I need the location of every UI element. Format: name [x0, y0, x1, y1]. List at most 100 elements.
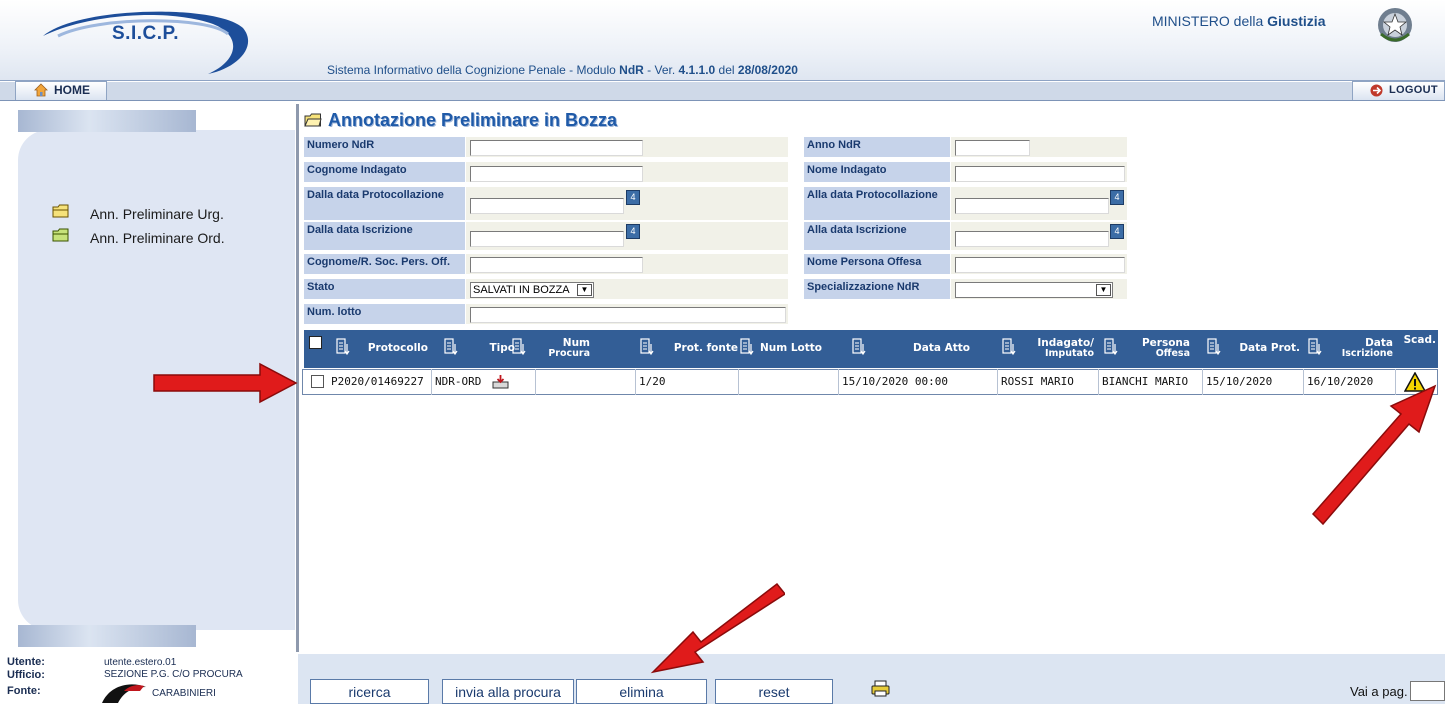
annotation-arrow-up-right [1311, 384, 1437, 526]
sidebar-top-cap [18, 110, 196, 132]
calendar-icon[interactable]: 4 [626, 190, 640, 205]
sidebar-item-label: Ann. Preliminare Urg. [90, 206, 224, 222]
column-header-scad[interactable]: Scad. [1398, 330, 1436, 368]
column-header-indagato[interactable]: Indagato/ Imputato [1000, 330, 1094, 368]
folder-open-icon [304, 113, 322, 127]
cell-data-prot: 15/10/2020 [1202, 369, 1303, 395]
cognome-persona-offesa-label: Cognome/R. Soc. Pers. Off. [304, 254, 465, 274]
utente-value: utente.estero.01 [104, 657, 177, 668]
dalla-data-protocollazione-field[interactable] [470, 198, 624, 214]
alla-data-protocollazione-field[interactable] [955, 198, 1109, 214]
sort-icon [1308, 338, 1322, 356]
home-label: HOME [54, 83, 90, 97]
column-header-protocollo[interactable]: Protocollo [332, 330, 428, 368]
logout-icon [1370, 84, 1383, 97]
download-pdf-icon[interactable] [492, 374, 509, 389]
cognome-indagato-field[interactable] [470, 166, 643, 182]
column-header-num-lotto[interactable]: Num Lotto [740, 330, 840, 368]
nome-persona-offesa-label: Nome Persona Offesa [804, 254, 950, 274]
nome-indagato-label: Nome Indagato [804, 162, 950, 182]
annotation-arrow-down-left [650, 582, 785, 674]
row-checkbox[interactable] [311, 375, 324, 388]
ufficio-label: Ufficio: [7, 669, 45, 681]
logout-label: LOGOUT [1389, 84, 1438, 96]
specializzazione-ndr-select[interactable]: ▼ [955, 282, 1113, 298]
cell-persona-offesa: BIANCHI MARIO [1098, 369, 1202, 395]
calendar-icon[interactable]: 4 [626, 224, 640, 239]
chevron-down-icon: ▼ [577, 284, 592, 296]
cell-protocollo[interactable]: P2020/01469227 [328, 369, 432, 395]
select-all-checkbox[interactable] [309, 336, 322, 349]
ricerca-button[interactable]: ricerca [310, 679, 429, 704]
column-header-label: Iscrizione [1341, 348, 1393, 359]
alla-data-iscrizione-field[interactable] [955, 231, 1109, 247]
logout-tab[interactable]: LOGOUT [1352, 81, 1445, 100]
column-header-label: Procura [548, 348, 590, 359]
num-lotto-label: Num. lotto [304, 304, 465, 324]
anno-ndr-label: Anno NdR [804, 137, 950, 157]
nome-indagato-field[interactable] [955, 166, 1125, 182]
cell-num-lotto [738, 369, 838, 395]
system-title: Sistema Informativo della Cognizione Pen… [327, 63, 798, 77]
dalla-data-iscrizione-field[interactable] [470, 231, 624, 247]
column-header-tipo[interactable]: Tipo [440, 330, 515, 368]
stato-label: Stato [304, 279, 465, 299]
sort-icon [336, 338, 350, 356]
sort-icon [512, 338, 526, 356]
column-header-label: Num Lotto [760, 342, 823, 354]
vai-a-pagina-label: Vai a pag. [1350, 684, 1408, 699]
nome-persona-offesa-field[interactable] [955, 257, 1125, 273]
stato-select[interactable]: SALVATI IN BOZZA ▼ [470, 282, 594, 298]
folder-icon [52, 228, 69, 242]
sidebar-bottom-cap [18, 625, 196, 647]
calendar-icon[interactable]: 4 [1110, 224, 1124, 239]
column-header-label: Prot. fonte [673, 342, 738, 354]
logo-text: S.I.C.P. [112, 23, 180, 44]
sort-icon [640, 338, 654, 356]
specializzazione-ndr-label: Specializzazione NdR [804, 279, 950, 299]
column-header-persona-offesa[interactable]: Persona Offesa [1100, 330, 1190, 368]
cell-num-procura [535, 369, 635, 395]
num-lotto-field[interactable] [470, 307, 786, 323]
anno-ndr-field[interactable] [955, 140, 1030, 156]
sort-icon [1002, 338, 1016, 356]
column-header-prot-fonte[interactable]: Prot. fonte [638, 330, 738, 368]
reset-button[interactable]: reset [715, 679, 833, 704]
column-header-data-prot[interactable]: Data Prot. [1205, 330, 1300, 368]
sort-icon [852, 338, 866, 356]
vai-a-pagina-input[interactable] [1410, 681, 1445, 701]
cell-indagato: ROSSI MARIO [997, 369, 1098, 395]
nav-bar [0, 81, 1445, 101]
cell-data-atto: 15/10/2020 00:00 [838, 369, 997, 395]
column-header-data-atto[interactable]: Data Atto [850, 330, 970, 368]
numero-ndr-field[interactable] [470, 140, 643, 156]
column-header-data-iscrizione[interactable]: Data Iscrizione [1306, 330, 1393, 368]
dalla-data-iscrizione-label: Dalla data Iscrizione [304, 222, 465, 250]
elimina-button[interactable]: elimina [576, 679, 707, 704]
column-header-label: Offesa [1155, 348, 1190, 359]
sort-icon [1104, 338, 1118, 356]
numero-ndr-label: Numero NdR [304, 137, 465, 157]
ufficio-value: SEZIONE P.G. C/O PROCURA [104, 669, 243, 680]
stato-select-value: SALVATI IN BOZZA [473, 284, 570, 296]
republic-emblem-icon [1378, 8, 1412, 42]
fonte-label: Fonte: [7, 685, 41, 697]
column-header-label: Protocollo [367, 342, 428, 354]
carabinieri-logo-icon [102, 684, 146, 703]
alla-data-protocollazione-label: Alla data Protocollazione [804, 187, 950, 220]
column-header-label: Imputato [1044, 348, 1094, 359]
sidebar-item-label: Ann. Preliminare Ord. [90, 230, 225, 246]
column-header-num-procura[interactable]: Num Procura [510, 330, 590, 368]
invia-alla-procura-button[interactable]: invia alla procura [442, 679, 574, 704]
utente-label: Utente: [7, 656, 45, 668]
calendar-icon[interactable]: 4 [1110, 190, 1124, 205]
cognome-persona-offesa-field[interactable] [470, 257, 643, 273]
cognome-indagato-label: Cognome Indagato [304, 162, 465, 182]
cell-prot-fonte: 1/20 [635, 369, 738, 395]
folder-icon [52, 204, 69, 218]
cell-tipo-text: NDR-ORD [435, 375, 482, 388]
print-icon[interactable] [871, 680, 890, 697]
chevron-down-icon: ▼ [1096, 284, 1111, 296]
home-tab[interactable]: HOME [15, 81, 107, 100]
annotation-arrow-right [153, 362, 298, 404]
